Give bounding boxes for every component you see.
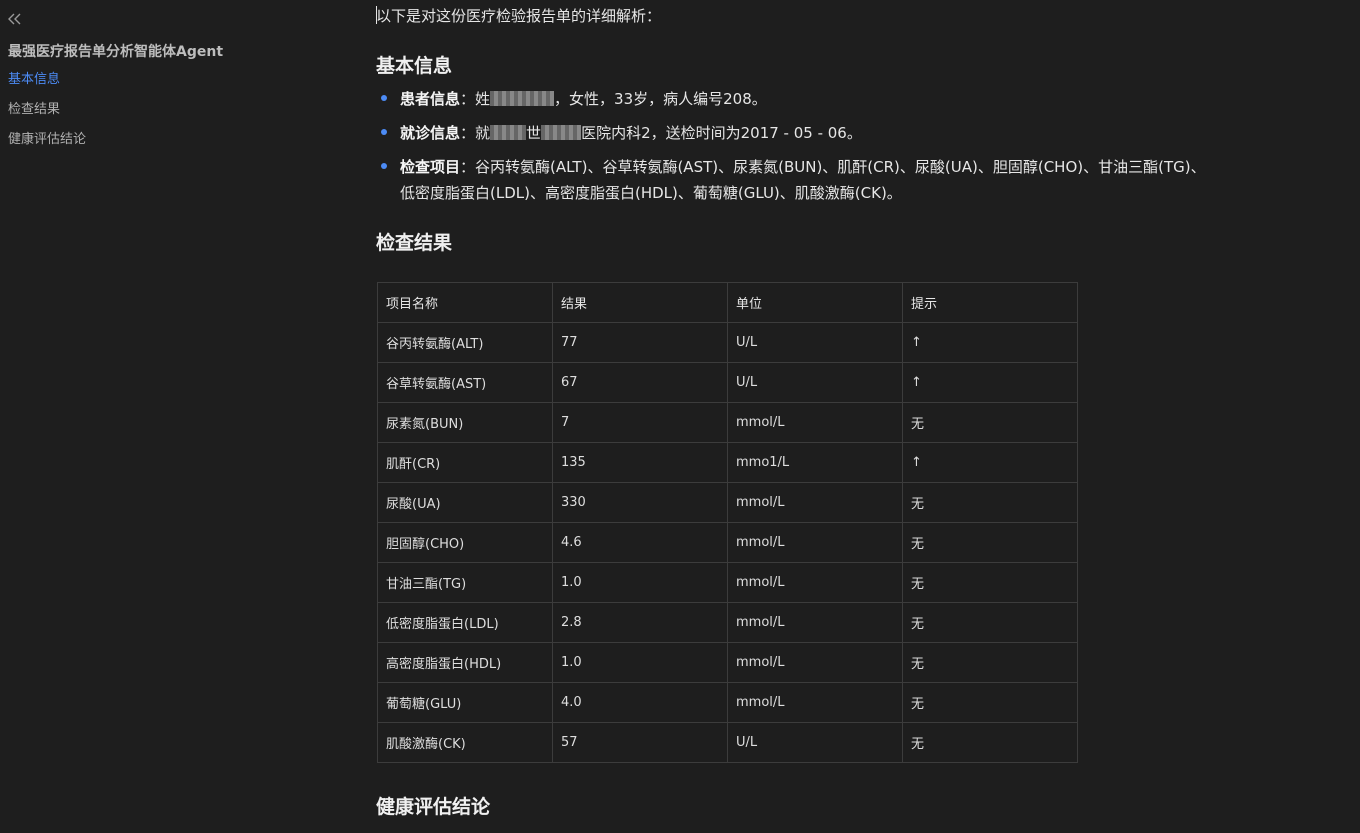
- cell-result: 1.0: [552, 562, 728, 603]
- cell-result: 2.8: [552, 602, 728, 643]
- table-header-row: 项目名称 结果 单位 提示: [377, 282, 1078, 323]
- column-header: 结果: [552, 282, 728, 323]
- cell-item-name: 谷丙转氨酶(ALT): [377, 322, 553, 363]
- cell-result: 1.0: [552, 642, 728, 683]
- table-row: 肌酸激酶(CK) 57 U/L 无: [377, 722, 1078, 763]
- cell-unit: U/L: [727, 322, 903, 363]
- patient-info-colon: ：: [460, 90, 476, 108]
- table-of-contents: 基本信息 检查结果 健康评估结论: [8, 70, 86, 160]
- patient-info-prefix: 姓: [475, 90, 491, 108]
- cell-result: 4.0: [552, 682, 728, 723]
- bullet-icon: [381, 163, 387, 169]
- cell-result: 57: [552, 722, 728, 763]
- results-table: 项目名称 结果 单位 提示 谷丙转氨酶(ALT) 77 U/L ↑ 谷草转氨酶(AST)…: [377, 282, 1078, 763]
- cell-unit: mmol/L: [727, 522, 903, 563]
- double-chevron-left-icon[interactable]: [6, 8, 24, 30]
- cell-hint: 无: [902, 682, 1078, 723]
- visit-info-colon: ：: [460, 124, 476, 142]
- cell-item-name: 低密度脂蛋白(LDL): [377, 602, 553, 643]
- column-header: 项目名称: [377, 282, 553, 323]
- cell-result: 4.6: [552, 522, 728, 563]
- cell-item-name: 胆固醇(CHO): [377, 522, 553, 563]
- list-item-visit-info: 就诊信息：就 世 医院内科2，送检时间为2017 - 05 - 06。: [376, 120, 1206, 146]
- table-row: 谷草转氨酶(AST) 67 U/L ↑: [377, 362, 1078, 403]
- cell-unit: U/L: [727, 722, 903, 763]
- table-row: 谷丙转氨酶(ALT) 77 U/L ↑: [377, 322, 1078, 363]
- test-items-text: 谷丙转氨酶(ALT)、谷草转氨酶(AST)、尿素氮(BUN)、肌酐(CR)、尿酸…: [400, 158, 1206, 202]
- cell-result: 330: [552, 482, 728, 523]
- cell-hint: 无: [902, 562, 1078, 603]
- cell-item-name: 谷草转氨酶(AST): [377, 362, 553, 403]
- toc-item-conclusion[interactable]: 健康评估结论: [8, 130, 86, 160]
- table-row: 肌酐(CR) 135 mmo1/L ↑: [377, 442, 1078, 483]
- section-heading-conclusion: 健康评估结论: [376, 796, 491, 818]
- cell-hint: ↑: [902, 322, 1078, 363]
- visit-info-prefix: 就: [475, 124, 491, 142]
- cell-unit: mmo1/L: [727, 442, 903, 483]
- cell-unit: mmol/L: [727, 682, 903, 723]
- table-row: 尿酸(UA) 330 mmol/L 无: [377, 482, 1078, 523]
- cell-hint: 无: [902, 522, 1078, 563]
- table-row: 尿素氮(BUN) 7 mmol/L 无: [377, 402, 1078, 443]
- patient-info-text: ，女性，33岁，病人编号208。: [554, 90, 767, 108]
- cell-hint: 无: [902, 722, 1078, 763]
- patient-info-label: 患者信息: [400, 90, 461, 108]
- table-row: 高密度脂蛋白(HDL) 1.0 mmol/L 无: [377, 642, 1078, 683]
- sidebar: 最强医疗报告单分析智能体Agent 基本信息 检查结果 健康评估结论: [0, 0, 250, 833]
- cell-hint: 无: [902, 402, 1078, 443]
- visit-info-label: 就诊信息: [400, 124, 461, 142]
- column-header: 提示: [902, 282, 1078, 323]
- visit-info-mid: 世: [526, 124, 542, 142]
- test-items-label: 检查项目: [400, 158, 461, 176]
- table-row: 胆固醇(CHO) 4.6 mmol/L 无: [377, 522, 1078, 563]
- table-row: 葡萄糖(GLU) 4.0 mmol/L 无: [377, 682, 1078, 723]
- cell-result: 67: [552, 362, 728, 403]
- toc-item-basic-info[interactable]: 基本信息: [8, 70, 86, 100]
- list-item-test-items: 检查项目：谷丙转氨酶(ALT)、谷草转氨酶(AST)、尿素氮(BUN)、肌酐(C…: [376, 154, 1206, 206]
- redacted-mask: [490, 125, 527, 140]
- cell-result: 135: [552, 442, 728, 483]
- section-heading-basic-info: 基本信息: [376, 55, 453, 77]
- cell-unit: mmol/L: [727, 602, 903, 643]
- column-header: 单位: [727, 282, 903, 323]
- redacted-mask: [490, 91, 555, 106]
- cell-hint: 无: [902, 482, 1078, 523]
- test-items-colon: ：: [460, 158, 476, 176]
- main-content: 以下是对这份医疗检验报告单的详细解析： 基本信息 患者信息：姓 ，女性，33岁，病…: [376, 0, 1216, 833]
- sidebar-title: 最强医疗报告单分析智能体Agent: [8, 44, 224, 60]
- visit-info-text: 医院内科2，送检时间为2017 - 05 - 06。: [581, 124, 862, 142]
- cell-unit: U/L: [727, 362, 903, 403]
- cell-hint: ↑: [902, 442, 1078, 483]
- list-item-patient-info: 患者信息：姓 ，女性，33岁，病人编号208。: [376, 86, 1206, 112]
- cell-item-name: 尿素氮(BUN): [377, 402, 553, 443]
- cell-item-name: 肌酸激酶(CK): [377, 722, 553, 763]
- cell-item-name: 尿酸(UA): [377, 482, 553, 523]
- cell-unit: mmol/L: [727, 482, 903, 523]
- bullet-icon: [381, 95, 387, 101]
- cell-item-name: 甘油三酯(TG): [377, 562, 553, 603]
- bullet-icon: [381, 129, 387, 135]
- cell-item-name: 葡萄糖(GLU): [377, 682, 553, 723]
- cell-hint: 无: [902, 642, 1078, 683]
- cell-hint: ↑: [902, 362, 1078, 403]
- cell-item-name: 肌酐(CR): [377, 442, 553, 483]
- cell-unit: mmol/L: [727, 402, 903, 443]
- intro-text: 以下是对这份医疗检验报告单的详细解析：: [376, 7, 662, 25]
- basic-info-list: 患者信息：姓 ，女性，33岁，病人编号208。 就诊信息：就世医院内科2，送检时间…: [376, 86, 1206, 214]
- section-heading-results: 检查结果: [376, 232, 453, 254]
- cell-result: 7: [552, 402, 728, 443]
- cell-item-name: 高密度脂蛋白(HDL): [377, 642, 553, 683]
- table-row: 甘油三酯(TG) 1.0 mmol/L 无: [377, 562, 1078, 603]
- toc-item-results[interactable]: 检查结果: [8, 100, 86, 130]
- table-row: 低密度脂蛋白(LDL) 2.8 mmol/L 无: [377, 602, 1078, 643]
- cell-hint: 无: [902, 602, 1078, 643]
- cell-unit: mmol/L: [727, 642, 903, 683]
- redacted-mask: [541, 125, 582, 140]
- cell-unit: mmol/L: [727, 562, 903, 603]
- cell-result: 77: [552, 322, 728, 363]
